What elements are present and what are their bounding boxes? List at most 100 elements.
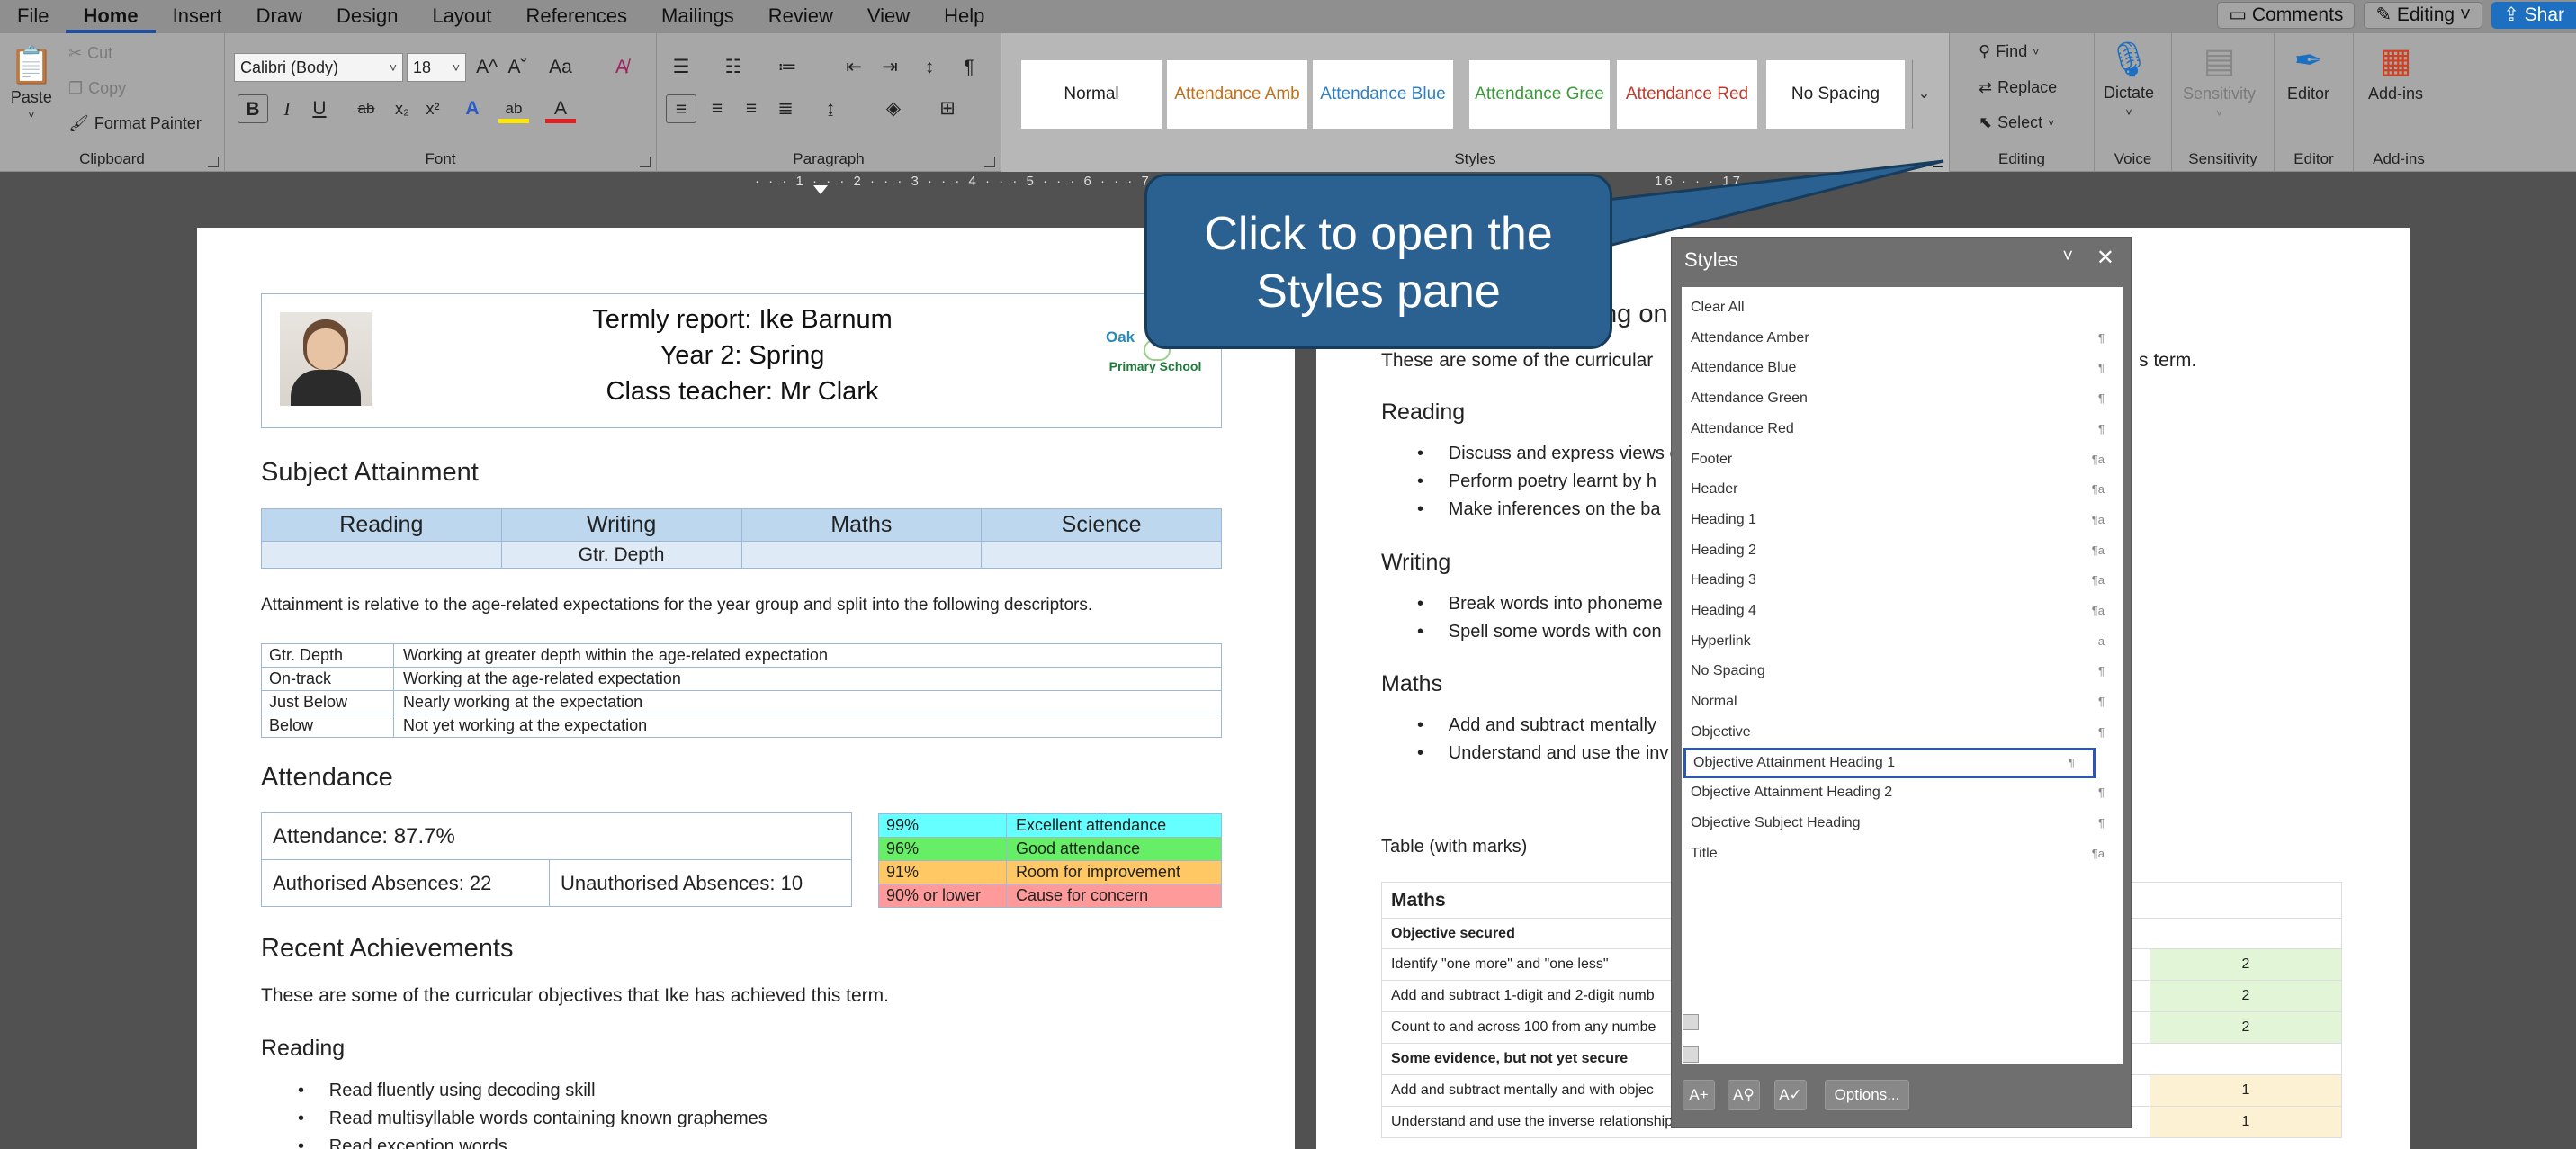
style-list-item[interactable]: Attendance Green ¶: [1682, 383, 2123, 414]
style-tile-attendance-red[interactable]: Attendance Red: [1617, 60, 1757, 129]
bullets-icon[interactable]: ☰: [666, 53, 696, 82]
tab-view[interactable]: View: [850, 0, 927, 33]
cut-button[interactable]: ✂ Cut: [68, 44, 112, 63]
tab-design[interactable]: Design: [319, 0, 415, 33]
tab-home[interactable]: Home: [66, 0, 156, 33]
scissors-icon: ✂: [68, 44, 83, 62]
highlight-button[interactable]: ab: [498, 94, 529, 123]
style-list-item[interactable]: Clear All: [1682, 292, 2123, 323]
tab-layout[interactable]: Layout: [415, 0, 508, 33]
style-tile-attendance-green[interactable]: Attendance Gree: [1469, 60, 1610, 129]
right-writing-heading: Writing: [1381, 550, 1451, 575]
decrease-indent-icon[interactable]: ⇤: [839, 53, 869, 82]
subscript-button[interactable]: x₂: [387, 94, 417, 123]
style-list-item[interactable]: Heading 3 ¶a: [1682, 565, 2123, 596]
text-effects-button[interactable]: A: [457, 94, 488, 123]
clear-formatting-icon[interactable]: A̸: [606, 53, 637, 82]
style-list-item[interactable]: Objective Subject Heading ¶: [1682, 808, 2123, 839]
style-tile-attendance-amber[interactable]: Attendance Amb: [1167, 60, 1307, 129]
style-list-item[interactable]: Objective Attainment Heading 1 ¶: [1683, 747, 2096, 778]
font-launcher[interactable]: ·: [640, 157, 651, 167]
styles-gallery-more-icon[interactable]: ⌄: [1912, 60, 1935, 129]
tab-draw[interactable]: Draw: [239, 0, 319, 33]
tab-references[interactable]: References: [509, 0, 645, 33]
indent-marker-icon[interactable]: [813, 185, 828, 194]
chevron-down-icon: ˅: [2216, 107, 2223, 120]
editing-mode-button[interactable]: ✎ Editing ˅: [2364, 2, 2483, 29]
checkbox-box[interactable]: [1683, 1046, 1699, 1063]
style-tile-attendance-blue[interactable]: Attendance Blue: [1313, 60, 1453, 129]
multilevel-list-icon[interactable]: ≔: [772, 53, 803, 82]
tab-insert[interactable]: Insert: [156, 0, 239, 33]
align-center-icon[interactable]: ≡: [702, 94, 732, 123]
chevron-down-icon[interactable]: ˅: [2062, 247, 2073, 267]
close-icon[interactable]: ✕: [2096, 245, 2114, 271]
style-inspector-icon[interactable]: A⚲: [1728, 1080, 1760, 1110]
font-color-button[interactable]: A: [545, 94, 576, 123]
style-list-item[interactable]: Title ¶a: [1682, 839, 2123, 869]
style-tile-normal[interactable]: Normal: [1021, 60, 1162, 129]
increase-indent-icon[interactable]: ⇥: [875, 53, 905, 82]
underline-button[interactable]: U: [304, 94, 335, 123]
align-left-icon[interactable]: ≡: [666, 94, 696, 123]
sensitivity-button[interactable]: ▤ Sensitivity ˅: [2183, 40, 2256, 120]
sort-icon[interactable]: ↕: [914, 53, 945, 82]
shrink-font-button[interactable]: Aˇ: [502, 53, 533, 82]
tab-mailings[interactable]: Mailings: [644, 0, 751, 33]
superscript-button[interactable]: x²: [417, 94, 448, 123]
style-list-item[interactable]: No Spacing ¶: [1682, 656, 2123, 687]
style-list-item[interactable]: Objective Attainment Heading 2 ¶: [1682, 777, 2123, 808]
style-list-item[interactable]: Heading 2 ¶a: [1682, 535, 2123, 566]
report-header-box: Termly report: Ike Barnum Year 2: Spring…: [261, 293, 1222, 428]
change-case-button[interactable]: Aa: [540, 53, 581, 82]
style-list-item[interactable]: Normal ¶: [1682, 687, 2123, 717]
clipboard-launcher[interactable]: ·: [208, 157, 219, 167]
font-size-box[interactable]: 18 ˅: [407, 53, 466, 82]
tab-help[interactable]: Help: [927, 0, 1001, 33]
comments-button[interactable]: ▭ Comments: [2217, 2, 2356, 29]
replace-button[interactable]: ⇄ Replace: [1979, 78, 2057, 97]
dictate-button[interactable]: 🎙 Dictate ˅: [2104, 40, 2154, 119]
paragraph-launcher[interactable]: ·: [984, 157, 995, 167]
copy-button[interactable]: ❐ Copy: [68, 79, 126, 98]
tab-review[interactable]: Review: [751, 0, 850, 33]
new-style-icon[interactable]: A+: [1683, 1080, 1715, 1110]
align-right-icon[interactable]: ≡: [736, 94, 767, 123]
share-button[interactable]: ⇪ Shar: [2491, 2, 2576, 29]
disable-linked-styles-checkbox[interactable]: Disable Linked Styles: [1683, 1045, 1861, 1064]
manage-styles-icon[interactable]: A✓: [1774, 1080, 1807, 1110]
style-type-icon: ¶: [2098, 330, 2105, 345]
style-list-item[interactable]: Heading 4 ¶a: [1682, 596, 2123, 626]
style-tile-no-spacing[interactable]: No Spacing: [1766, 60, 1905, 129]
strikethrough-button[interactable]: ab: [351, 94, 381, 123]
grow-font-button[interactable]: A^: [471, 53, 502, 82]
tab-file[interactable]: File: [0, 0, 66, 33]
options-button[interactable]: Options...: [1825, 1080, 1909, 1110]
show-preview-checkbox[interactable]: Show Preview: [1683, 1012, 1809, 1031]
editor-button[interactable]: ✒ Editor: [2287, 40, 2329, 103]
style-list-item[interactable]: Hyperlink a: [1682, 626, 2123, 657]
shading-icon[interactable]: ◈: [878, 94, 909, 123]
style-list-item[interactable]: Attendance Red ¶: [1682, 414, 2123, 444]
paste-button[interactable]: 📋 Paste ˅: [9, 44, 54, 121]
style-list-item[interactable]: Heading 1 ¶a: [1682, 505, 2123, 535]
style-list-item[interactable]: Footer ¶a: [1682, 444, 2123, 475]
borders-icon[interactable]: ⊞: [932, 94, 963, 123]
numbering-icon[interactable]: ☷: [718, 53, 749, 82]
style-list-item[interactable]: Attendance Blue ¶: [1682, 353, 2123, 383]
font-name-box[interactable]: Calibri (Body) ˅: [234, 53, 403, 82]
pilcrow-icon[interactable]: ¶: [954, 53, 984, 82]
right-writing-list: • Break words into phoneme • Spell some …: [1417, 590, 1663, 646]
line-spacing-icon[interactable]: ↨: [815, 94, 846, 123]
checkbox-box[interactable]: [1683, 1013, 1699, 1030]
select-button[interactable]: ⬉ Select ˅: [1979, 113, 2054, 132]
bold-button[interactable]: B: [238, 94, 268, 123]
style-list-item[interactable]: Objective ¶: [1682, 717, 2123, 748]
find-button[interactable]: ⚲ Find ˅: [1979, 42, 2039, 61]
style-list-item[interactable]: Header ¶a: [1682, 474, 2123, 505]
addins-button[interactable]: ▦ Add-ins: [2368, 40, 2423, 103]
justify-icon[interactable]: ≣: [770, 94, 801, 123]
italic-button[interactable]: I: [272, 94, 302, 123]
format-painter-button[interactable]: 🖌 Format Painter: [68, 114, 202, 133]
style-list-item[interactable]: Attendance Amber ¶: [1682, 323, 2123, 354]
